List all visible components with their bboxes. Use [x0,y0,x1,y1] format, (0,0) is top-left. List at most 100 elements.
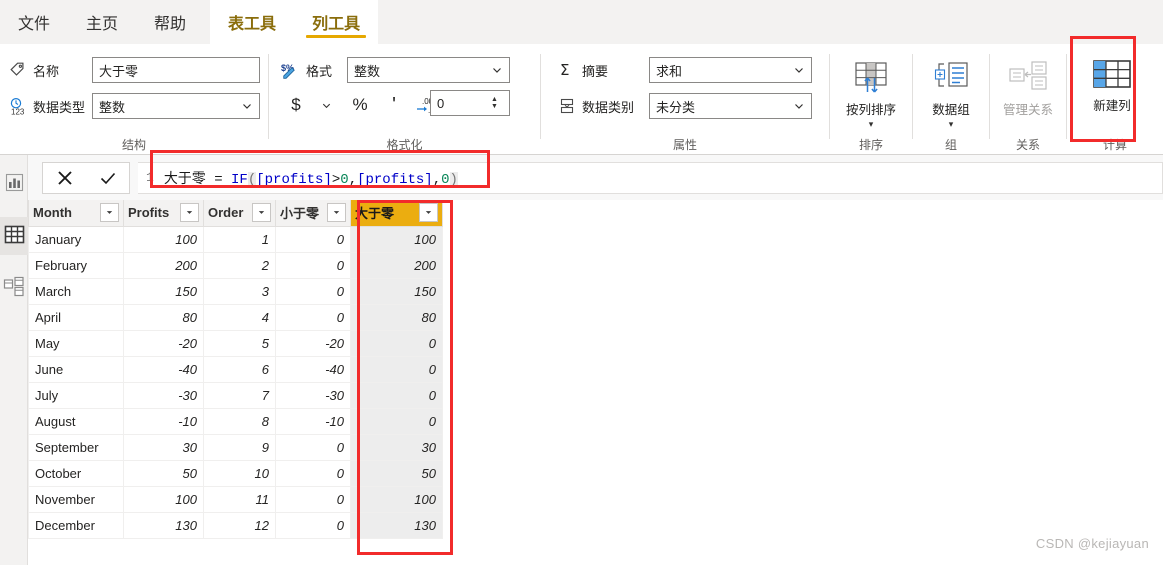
table-row[interactable]: October 50 10 0 50 [28,460,443,487]
table-row[interactable]: December 130 12 0 130 [28,512,443,539]
rail-button-data-view[interactable] [0,217,28,255]
table-cell[interactable]: -10 [275,408,351,435]
table-cell[interactable]: May [28,330,124,357]
table-cell[interactable]: 130 [350,512,443,539]
table-cell[interactable]: December [28,512,124,539]
summarize-select[interactable]: 求和 [649,57,812,83]
table-cell[interactable]: -20 [275,330,351,357]
table-cell[interactable]: 0 [350,330,443,357]
table-cell[interactable]: 200 [350,252,443,279]
table-cell[interactable]: 200 [123,252,204,279]
decimal-places-stepper[interactable]: 0 ▲ ▼ [430,90,510,116]
table-cell[interactable]: 100 [123,226,204,253]
table-cell[interactable]: -10 [123,408,204,435]
table-cell[interactable]: June [28,356,124,383]
format-select[interactable]: 整数 [347,57,510,83]
chevron-down-icon[interactable]: ▾ [869,119,874,129]
new-column-button[interactable]: 新建列 [1075,46,1149,144]
column-filter-button[interactable] [100,203,119,223]
table-cell[interactable]: 0 [275,304,351,331]
table-cell[interactable]: 100 [123,486,204,513]
table-cell[interactable]: 6 [203,356,276,383]
percent-format-button[interactable]: % [345,92,375,118]
table-cell[interactable]: 80 [123,304,204,331]
tab-home[interactable]: 主页 [68,0,136,44]
table-row[interactable]: May -20 5 -20 0 [28,330,443,357]
table-cell[interactable]: 3 [203,278,276,305]
formula-confirm-button[interactable] [90,163,126,193]
column-filter-button[interactable] [419,203,438,223]
table-cell[interactable]: 0 [275,252,351,279]
table-cell[interactable]: 130 [123,512,204,539]
table-cell[interactable]: 100 [350,486,443,513]
column-header-3[interactable]: Order [203,200,276,227]
table-cell[interactable]: 12 [203,512,276,539]
rail-button-model-view[interactable] [0,269,28,307]
table-cell[interactable]: -30 [275,382,351,409]
table-cell[interactable]: 80 [350,304,443,331]
column-filter-button[interactable] [252,203,271,223]
data-grid[interactable]: Month Profits Order 小于零 大于零 January 100 1 0 100 F… [28,200,1163,565]
table-row[interactable]: September 30 9 0 30 [28,434,443,461]
table-cell[interactable]: 5 [203,330,276,357]
table-row[interactable]: March 150 3 0 150 [28,278,443,305]
tab-column-tools[interactable]: 列工具 [294,0,379,44]
currency-format-button[interactable]: $ [281,92,311,118]
table-cell[interactable]: 9 [203,434,276,461]
table-cell[interactable]: 0 [350,382,443,409]
datacategory-select[interactable]: 未分类 [649,93,812,119]
table-row[interactable]: November 100 11 0 100 [28,486,443,513]
table-cell[interactable]: February [28,252,124,279]
sort-by-column-button[interactable]: 按列排序 ▾ [834,50,908,142]
table-cell[interactable]: -40 [275,356,351,383]
column-filter-button[interactable] [327,203,346,223]
table-row[interactable]: June -40 6 -40 0 [28,356,443,383]
formula-input[interactable]: 1 大于零 = IF([profits]>0,[profits],0) [138,161,1163,194]
column-header-4[interactable]: 小于零 [275,200,351,227]
table-cell[interactable]: August [28,408,124,435]
table-row[interactable]: January 100 1 0 100 [28,226,443,253]
stepper-arrows[interactable]: ▲ ▼ [491,96,503,110]
column-header-2[interactable]: Profits [123,200,204,227]
table-cell[interactable]: October [28,460,124,487]
table-cell[interactable]: 0 [275,434,351,461]
table-row[interactable]: August -10 8 -10 0 [28,408,443,435]
manage-relationships-button[interactable]: 管理关系 [991,50,1065,142]
table-cell[interactable]: 0 [275,278,351,305]
table-cell[interactable]: 150 [123,278,204,305]
rail-button-report-view[interactable] [0,165,28,203]
table-cell[interactable]: March [28,278,124,305]
chevron-down-icon[interactable]: ▾ [949,119,954,129]
table-cell[interactable]: April [28,304,124,331]
column-header-1[interactable]: Month [28,200,124,227]
table-cell[interactable]: September [28,434,124,461]
table-cell[interactable]: -40 [123,356,204,383]
table-cell[interactable]: 10 [203,460,276,487]
table-cell[interactable]: 30 [123,434,204,461]
stepper-up-icon[interactable]: ▲ [491,96,503,103]
column-filter-button[interactable] [180,203,199,223]
table-cell[interactable]: 2 [203,252,276,279]
name-input[interactable]: 大于零 [92,57,260,83]
tab-table-tools[interactable]: 表工具 [210,0,295,44]
table-cell[interactable]: 0 [350,408,443,435]
tab-help[interactable]: 帮助 [136,0,204,44]
table-cell[interactable]: 1 [203,226,276,253]
table-cell[interactable]: -30 [123,382,204,409]
table-cell[interactable]: 0 [275,512,351,539]
column-header-5[interactable]: 大于零 [350,200,443,227]
table-cell[interactable]: 50 [350,460,443,487]
currency-dropdown-button[interactable] [311,92,341,118]
table-cell[interactable]: 11 [203,486,276,513]
formula-cancel-button[interactable] [47,163,83,193]
datatype-select[interactable]: 整数 [92,93,260,119]
data-groups-button[interactable]: 数据组 ▾ [914,50,988,142]
table-cell[interactable]: 0 [350,356,443,383]
table-cell[interactable]: July [28,382,124,409]
table-cell[interactable]: 100 [350,226,443,253]
table-cell[interactable]: 8 [203,408,276,435]
table-cell[interactable]: 0 [275,226,351,253]
table-row[interactable]: July -30 7 -30 0 [28,382,443,409]
table-cell[interactable]: 30 [350,434,443,461]
table-cell[interactable]: 7 [203,382,276,409]
